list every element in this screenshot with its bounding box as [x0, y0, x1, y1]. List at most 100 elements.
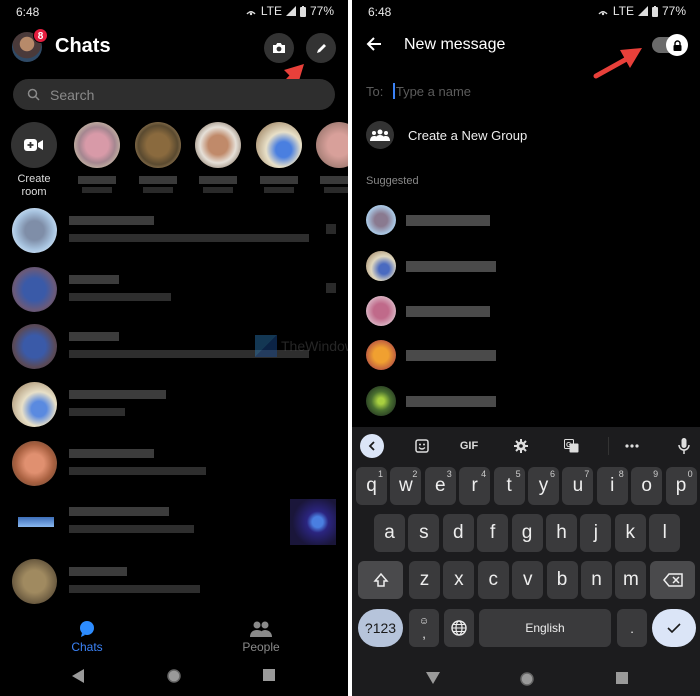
story-item[interactable] [74, 122, 120, 193]
chat-row[interactable] [0, 376, 348, 436]
key-q[interactable]: q1 [356, 467, 387, 505]
emoji-comma-key[interactable]: ☺ , [409, 609, 439, 647]
key-m[interactable]: m [615, 561, 647, 599]
key-l[interactable]: l [649, 514, 681, 552]
period-key[interactable]: . [617, 609, 647, 647]
translate-icon: G [563, 439, 578, 453]
key-h[interactable]: h [546, 514, 577, 552]
text-cursor [393, 83, 395, 99]
recents-nav-icon[interactable] [616, 672, 628, 684]
watermark-logo-icon [255, 335, 277, 357]
chat-row[interactable] [0, 435, 348, 495]
recents-nav-icon[interactable] [263, 669, 275, 681]
shift-icon [372, 572, 389, 587]
battery-percent: 77% [661, 4, 686, 18]
video-plus-icon [24, 139, 43, 151]
key-b[interactable]: b [546, 561, 578, 599]
tab-chats[interactable]: Chats [47, 618, 127, 654]
key-a[interactable]: a [374, 514, 405, 552]
create-group-button[interactable]: Create a New Group [366, 121, 527, 149]
back-arrow-icon[interactable] [366, 36, 382, 52]
key-g[interactable]: g [511, 514, 543, 552]
key-o[interactable]: o9 [631, 467, 663, 505]
chat-row[interactable] [0, 553, 348, 613]
camera-button[interactable] [264, 33, 294, 63]
status-time: 6:48 [368, 5, 392, 19]
key-k[interactable]: k [614, 514, 646, 552]
signal-icon [285, 6, 296, 16]
network-type: LTE [612, 4, 634, 18]
people-icon [250, 621, 272, 637]
key-i[interactable]: i8 [596, 467, 628, 505]
home-nav-icon[interactable] [520, 672, 534, 686]
tab-people[interactable]: People [221, 618, 301, 654]
battery-icon [651, 5, 658, 17]
story-item[interactable] [316, 122, 348, 193]
bottom-nav: Chats People [0, 618, 348, 658]
checkmark-icon [667, 623, 681, 633]
key-d[interactable]: d [442, 514, 474, 552]
back-nav-icon[interactable] [72, 669, 84, 683]
sticker-button[interactable] [412, 435, 432, 457]
sticker-icon [415, 439, 429, 453]
hotspot-icon [246, 11, 256, 16]
story-item[interactable] [256, 122, 302, 193]
keyboard-collapse-button[interactable] [360, 434, 384, 458]
status-bar: 6:48 LTE 77% [0, 0, 348, 24]
key-z[interactable]: z [409, 561, 440, 599]
key-n[interactable]: n [581, 561, 612, 599]
create-room-button[interactable]: Create room [11, 122, 57, 199]
language-key[interactable] [444, 609, 474, 647]
voice-input-button[interactable] [676, 435, 692, 457]
key-x[interactable]: x [443, 561, 475, 599]
home-nav-icon[interactable] [167, 669, 181, 683]
secret-conversation-toggle[interactable] [652, 34, 688, 56]
gif-button[interactable]: GIF [456, 435, 482, 457]
create-room-label: Create room [17, 173, 51, 198]
translate-button[interactable]: G [562, 435, 580, 457]
chat-row[interactable] [0, 202, 348, 262]
more-horizontal-icon [625, 444, 639, 448]
key-r[interactable]: r4 [459, 467, 491, 505]
message-thumbnail [290, 499, 336, 545]
space-key[interactable]: English [479, 609, 611, 647]
lock-icon [673, 39, 681, 51]
more-options-button[interactable] [623, 435, 641, 457]
key-w[interactable]: w2 [390, 467, 422, 505]
key-s[interactable]: s [408, 514, 440, 552]
watermark: TheWindowsClub [255, 335, 348, 357]
group-icon [370, 129, 390, 141]
key-u[interactable]: u7 [562, 467, 594, 505]
chat-row[interactable] [0, 261, 348, 321]
pencil-icon [316, 43, 326, 53]
search-input[interactable]: Search [13, 79, 335, 110]
key-c[interactable]: c [477, 561, 509, 599]
shift-key[interactable] [358, 561, 403, 599]
symbols-key[interactable]: ?123 [358, 609, 403, 647]
backspace-key[interactable] [650, 561, 695, 599]
key-e[interactable]: e3 [424, 467, 456, 505]
key-p[interactable]: p0 [665, 467, 697, 505]
gear-icon [514, 439, 528, 453]
camera-icon [273, 43, 285, 53]
to-field: To: [366, 83, 596, 99]
to-label: To: [366, 83, 384, 99]
story-item[interactable] [135, 122, 181, 193]
globe-icon [451, 620, 467, 636]
chat-row[interactable] [0, 493, 348, 553]
key-f[interactable]: f [477, 514, 509, 552]
recipient-input[interactable] [395, 83, 596, 99]
new-message-screen: 6:48 LTE 77% New message To: Create a Ne… [352, 0, 700, 696]
keyboard-settings-button[interactable] [512, 435, 530, 457]
enter-key[interactable] [652, 609, 696, 647]
page-title: Chats [55, 35, 111, 57]
network-type: LTE [260, 4, 282, 18]
hide-keyboard-nav-icon[interactable] [426, 672, 440, 684]
key-t[interactable]: t5 [493, 467, 525, 505]
story-item[interactable] [195, 122, 241, 193]
key-j[interactable]: j [580, 514, 612, 552]
profile-avatar[interactable]: 8 [12, 28, 48, 62]
new-message-button[interactable] [306, 33, 336, 63]
key-y[interactable]: y6 [528, 467, 559, 505]
key-v[interactable]: v [512, 561, 544, 599]
